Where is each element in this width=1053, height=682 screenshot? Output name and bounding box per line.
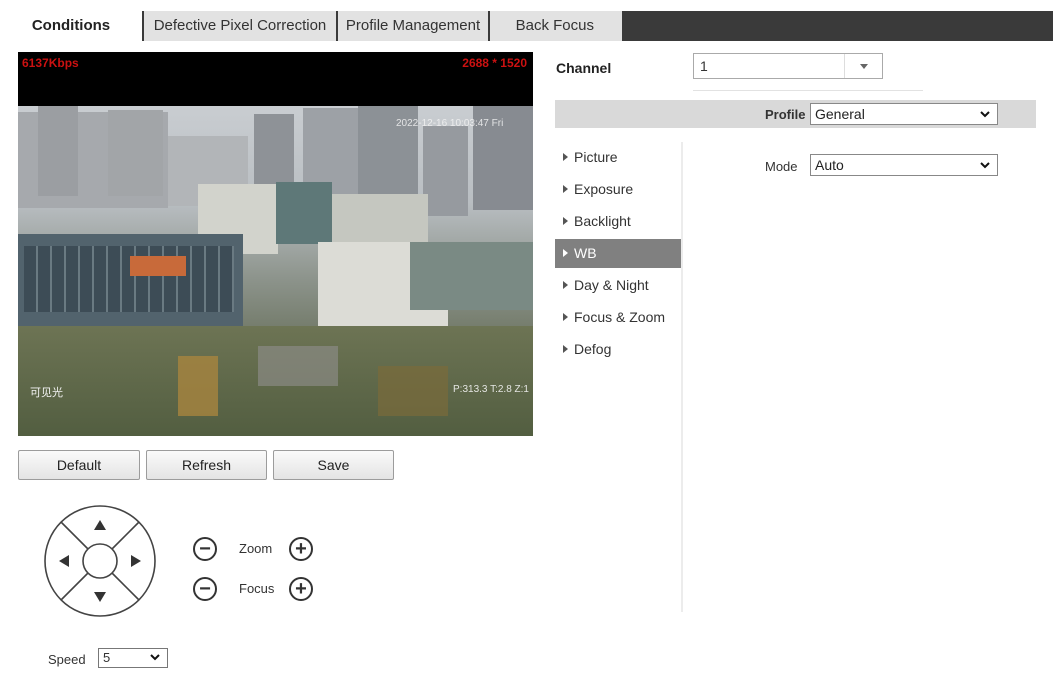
wb-mode-value: Auto [815,157,844,173]
caret-right-icon [563,249,568,257]
focus-far-button[interactable]: + [289,577,313,601]
zoom-out-button[interactable]: − [193,537,217,561]
menu-divider [681,142,683,612]
menu-item-exposure[interactable]: Exposure [555,175,682,204]
menu-item-label: Defog [574,341,612,357]
menu-item-label: Focus & Zoom [574,309,666,325]
caret-right-icon [563,185,568,193]
wb-mode-select[interactable]: Auto [810,154,998,176]
menu-item-day-night[interactable]: Day & Night [555,271,682,300]
profile-select[interactable]: General [810,103,998,125]
chevron-down-icon [980,111,990,118]
menu-item-focus-zoom[interactable]: Focus & Zoom [555,303,682,332]
focus-label: Focus [239,581,275,596]
profile-value: General [815,106,865,122]
tab-conditions[interactable]: Conditions [0,11,144,41]
live-video[interactable]: 6137Kbps 2688 * 1520 2022-12-16 10:03:47… [18,52,533,436]
menu-item-defog[interactable]: Defog [555,335,682,364]
default-button[interactable]: Default [18,450,140,480]
chevron-down-icon [150,654,160,661]
ptz-position-overlay: P:313.3 T:2.8 Z:1 [453,384,529,395]
menu-item-label: Backlight [574,213,631,229]
menu-item-label: Day & Night [574,277,649,293]
menu-item-backlight[interactable]: Backlight [555,207,682,236]
ptz-center-button[interactable] [82,543,118,579]
wb-mode-label: Mode [765,159,798,174]
menu-item-label: Exposure [574,181,634,197]
speed-label: Speed [48,652,86,667]
caret-right-icon [563,217,568,225]
bitrate-overlay: 6137Kbps [22,56,79,70]
chevron-down-icon [980,162,990,169]
divider [693,90,923,91]
tab-defective-pixel-correction[interactable]: Defective Pixel Correction [144,11,338,41]
tab-profile-management[interactable]: Profile Management [338,11,490,41]
timestamp-overlay: 2022-12-16 10:03:47 Fri [396,118,504,129]
speed-select[interactable]: 5 [98,648,168,668]
profile-label: Profile [765,107,806,122]
zoom-label: Zoom [239,541,273,556]
caret-right-icon [563,345,568,353]
channel-select[interactable]: 1 [693,53,883,79]
dropdown-arrow-icon [844,54,882,78]
channel-label: Channel [556,60,612,76]
menu-item-label: WB [574,245,597,261]
channel-value: 1 [700,58,708,74]
camera-scene: 2022-12-16 10:03:47 Fri 可见光 P:313.3 T:2.… [18,106,533,436]
caret-right-icon [563,281,568,289]
menu-item-picture[interactable]: Picture [555,143,682,172]
tab-bar: Conditions Defective Pixel Correction Pr… [0,11,1053,41]
menu-item-label: Picture [574,149,618,165]
menu-item-wb[interactable]: WB [555,239,682,268]
speed-value: 5 [103,650,111,665]
caret-right-icon [563,153,568,161]
tab-back-focus[interactable]: Back Focus [490,11,624,41]
ptz-direction-pad [44,505,156,617]
save-button[interactable]: Save [273,450,394,480]
refresh-button[interactable]: Refresh [146,450,267,480]
zoom-in-button[interactable]: + [289,537,313,561]
resolution-overlay: 2688 * 1520 [462,56,527,70]
caret-right-icon [563,313,568,321]
mode-overlay: 可见光 [30,387,63,399]
focus-near-button[interactable]: − [193,577,217,601]
